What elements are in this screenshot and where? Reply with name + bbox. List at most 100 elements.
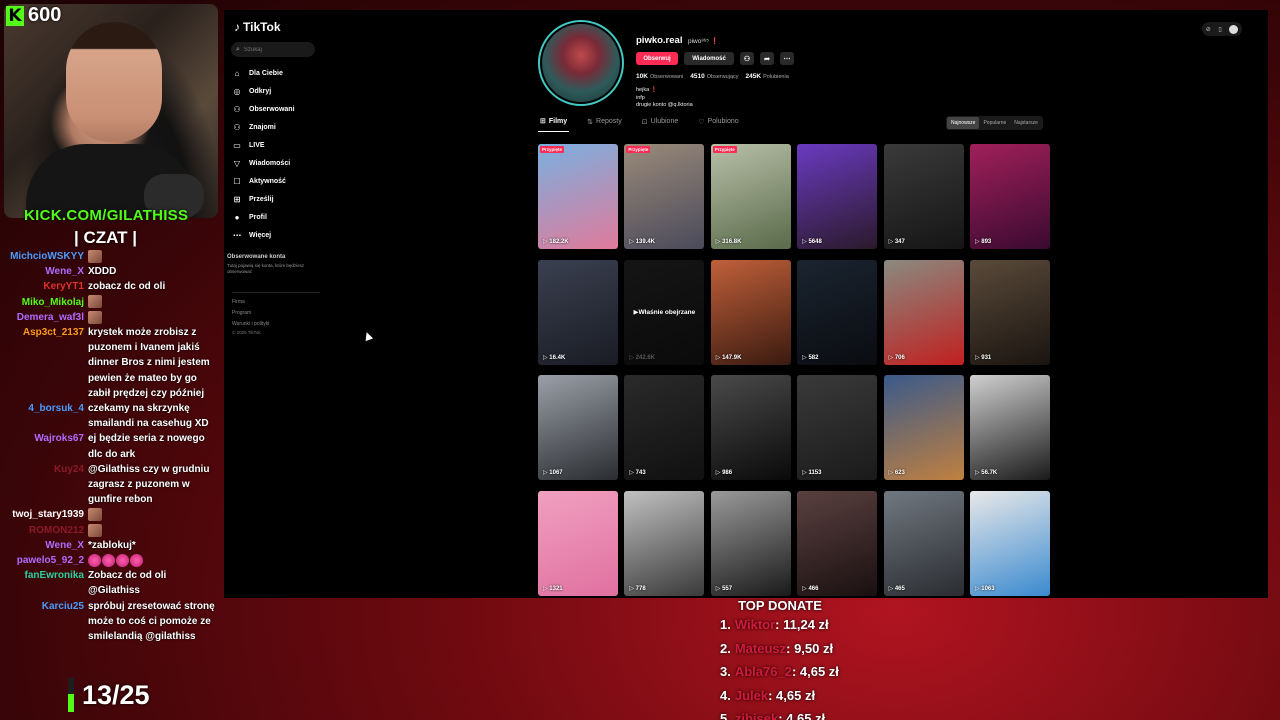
chat-username: Wajroks67 bbox=[34, 433, 84, 445]
device-icon[interactable]: ▯ bbox=[1218, 26, 1221, 33]
video-thumbnail[interactable]: ▷ 16.4K bbox=[538, 259, 618, 365]
video-thumbnail[interactable]: ▷ 1321 bbox=[538, 490, 618, 596]
profile-actions: Obserwuj Wiadomość ⚇ ➦ ⋯ bbox=[636, 52, 794, 65]
search-input[interactable] bbox=[243, 46, 308, 53]
sidebar-item-messages[interactable]: ▽ Wiadomości bbox=[232, 154, 295, 172]
emote-icon bbox=[130, 553, 143, 567]
tab-bookmark[interactable]: ⊡ Ulubione bbox=[640, 117, 681, 132]
footer-link-terms[interactable]: Warunki i polityki bbox=[232, 319, 320, 330]
sidebar-item-label: LIVE bbox=[249, 141, 265, 149]
donate-row: 3. Abla76_2: 4,65 zł bbox=[720, 660, 900, 684]
video-thumbnail[interactable]: ▷ 147.9K bbox=[710, 259, 791, 365]
chat-text: *zablokuj* bbox=[88, 539, 136, 551]
chat-text: spróbuj zresetować stronę może to coś ci… bbox=[88, 600, 215, 643]
chat-username: Kuy24 bbox=[53, 463, 84, 475]
profile-stat[interactable]: 245K Polubienia bbox=[746, 73, 789, 80]
sidebar-item-profile[interactable]: ● Profil bbox=[232, 208, 295, 226]
follow-button[interactable]: Obserwuj bbox=[636, 52, 678, 65]
video-thumbnail[interactable]: ▷ 56.7K bbox=[969, 375, 1050, 480]
tab-grid[interactable]: ⊞ Filmy bbox=[538, 117, 570, 132]
chat-message: Wene_X XDDD bbox=[0, 264, 222, 279]
view-count-text: 778 bbox=[635, 585, 646, 592]
video-thumbnail[interactable]: Przypięte ▷ 182.2K bbox=[538, 144, 618, 249]
copyright: © 2025 TikTok bbox=[232, 330, 261, 335]
chat-text: czekamy na skrzynkę smailandi na casehug… bbox=[88, 403, 209, 430]
top-donate-widget: TOP DONATE 1. Wiktor: 11,24 zł 2. Mateusz: … bbox=[700, 598, 900, 720]
profile-stat[interactable]: 10K Obserwowani bbox=[636, 73, 683, 80]
video-thumbnail[interactable]: ▷ 5648 bbox=[797, 144, 878, 249]
video-thumbnail[interactable]: ▶ Właśnie obejrzane ▷ 242.6K bbox=[624, 259, 705, 365]
video-thumbnail[interactable]: ▷ 778 bbox=[624, 490, 705, 596]
view-count-text: 1067 bbox=[549, 470, 563, 476]
tab-repost[interactable]: ⇅ Reposty bbox=[585, 117, 624, 132]
settings-icon[interactable]: ⊘ bbox=[1206, 26, 1211, 33]
video-thumbnail[interactable]: ▷ 931 bbox=[969, 259, 1050, 365]
video-thumbnail[interactable]: ▷ 1063 bbox=[969, 490, 1050, 596]
view-count: ▷ 582 bbox=[802, 354, 818, 361]
view-count-text: 986 bbox=[722, 470, 733, 476]
tiktok-logo[interactable]: ♪ TikTok bbox=[234, 20, 281, 34]
add-friend-button[interactable]: ⚇ bbox=[740, 52, 754, 65]
goal-text: 13/25 bbox=[82, 679, 150, 710]
sort-option[interactable]: Najstarsze bbox=[1010, 117, 1042, 129]
view-count: ▷ 557 bbox=[716, 585, 732, 592]
chat-username: ROMON212 bbox=[28, 524, 84, 536]
video-thumbnail[interactable]: ▷ 893 bbox=[969, 144, 1050, 249]
video-thumbnail[interactable]: ▷ 466 bbox=[797, 490, 878, 596]
stat-value: 245K bbox=[745, 73, 762, 80]
view-count-text: 466 bbox=[808, 585, 819, 592]
video-thumbnail[interactable]: ▷ 986 bbox=[710, 375, 791, 480]
goal-widget: 13/25 bbox=[68, 678, 150, 712]
sidebar-item-following[interactable]: ⚇ Obserwowani bbox=[232, 100, 294, 118]
chat-text: krystek może zrobisz z puzonem i Ivanem … bbox=[88, 327, 210, 399]
chat-message: Kuy24 @Gilathiss czy w grudniu zagrasz z … bbox=[0, 462, 222, 508]
sidebar-item-label: Wiadomości bbox=[249, 159, 291, 167]
sort-option[interactable]: Popularne bbox=[979, 117, 1010, 129]
footer-link-program[interactable]: Program bbox=[232, 308, 320, 319]
video-thumbnail[interactable]: ▷ 1067 bbox=[538, 375, 618, 480]
search-box[interactable]: ⌕ bbox=[231, 42, 315, 57]
tab-heart[interactable]: ♡ Polubiono bbox=[696, 117, 740, 132]
share-button[interactable]: ➦ bbox=[760, 52, 774, 65]
video-thumbnail[interactable]: ▷ 623 bbox=[883, 375, 964, 480]
video-grid: Przypięte ▷ 182.2K Przypięte ▷ 139.4K Przypi… bbox=[538, 144, 1050, 596]
sidebar-item-live[interactable]: ▭ LIVE bbox=[232, 136, 295, 154]
sidebar-item-upload[interactable]: ⊞ Prześlij bbox=[232, 190, 295, 208]
message-button[interactable]: Wiadomość bbox=[684, 52, 734, 65]
sidebar-nav: ⌂ Dla Ciebie ◎ Odkryj ⚇ Obserwowani ⚇ Znajomi ▭ L… bbox=[232, 64, 295, 244]
profile-avatar[interactable] bbox=[538, 20, 624, 106]
sidebar-item-more[interactable]: ⋯ Więcej bbox=[232, 226, 295, 244]
sidebar-item-activity[interactable]: ☐ Aktywność bbox=[232, 172, 295, 190]
video-thumbnail[interactable]: ▷ 582 bbox=[797, 259, 878, 365]
chat-message: ROMON212 bbox=[0, 523, 222, 538]
emote-icon bbox=[88, 508, 102, 522]
pinned-badge: Przypięte bbox=[540, 146, 565, 153]
bookmark-icon: ⊡ bbox=[641, 118, 648, 126]
video-thumbnail[interactable]: ▷ 1153 bbox=[797, 375, 878, 480]
video-thumbnail[interactable]: ▷ 557 bbox=[710, 490, 791, 596]
chat-message: Demera_waf3l bbox=[0, 310, 222, 325]
sidebar-item-label: Dla Ciebie bbox=[249, 69, 283, 77]
sort-option[interactable]: Najnowsze bbox=[947, 117, 980, 129]
nickname-mark: ❗ bbox=[710, 38, 719, 45]
donate-name: Wiktor bbox=[734, 617, 776, 632]
more-options-button[interactable]: ⋯ bbox=[780, 52, 794, 65]
theme-toggle[interactable] bbox=[1229, 24, 1239, 34]
home-icon: ⌂ bbox=[234, 68, 240, 78]
profile-stat[interactable]: 4510 Obserwujący bbox=[690, 73, 738, 80]
footer-link-company[interactable]: Firma bbox=[232, 297, 320, 308]
video-thumbnail[interactable]: ▷ 465 bbox=[883, 490, 964, 596]
video-thumbnail[interactable]: ▷ 743 bbox=[624, 375, 705, 480]
sidebar-item-compass[interactable]: ◎ Odkryj bbox=[232, 82, 295, 100]
view-count: ▷ 1321 bbox=[543, 585, 563, 592]
sidebar-item-friends[interactable]: ⚇ Znajomi bbox=[232, 118, 295, 136]
video-thumbnail[interactable]: ▷ 347 bbox=[883, 144, 964, 249]
video-thumbnail[interactable]: Przypięte ▷ 139.4K bbox=[624, 144, 705, 249]
view-count: ▷ 743 bbox=[629, 469, 645, 476]
add-user-icon: ⚇ bbox=[743, 55, 751, 63]
video-thumbnail[interactable]: Przypięte ▷ 316.8K bbox=[710, 144, 791, 249]
video-thumbnail[interactable]: ▷ 706 bbox=[883, 259, 964, 365]
kick-url-prefix: KICK.COM/ bbox=[24, 207, 107, 224]
sidebar-item-home[interactable]: ⌂ Dla Ciebie bbox=[232, 64, 295, 82]
chat-text bbox=[88, 507, 218, 522]
